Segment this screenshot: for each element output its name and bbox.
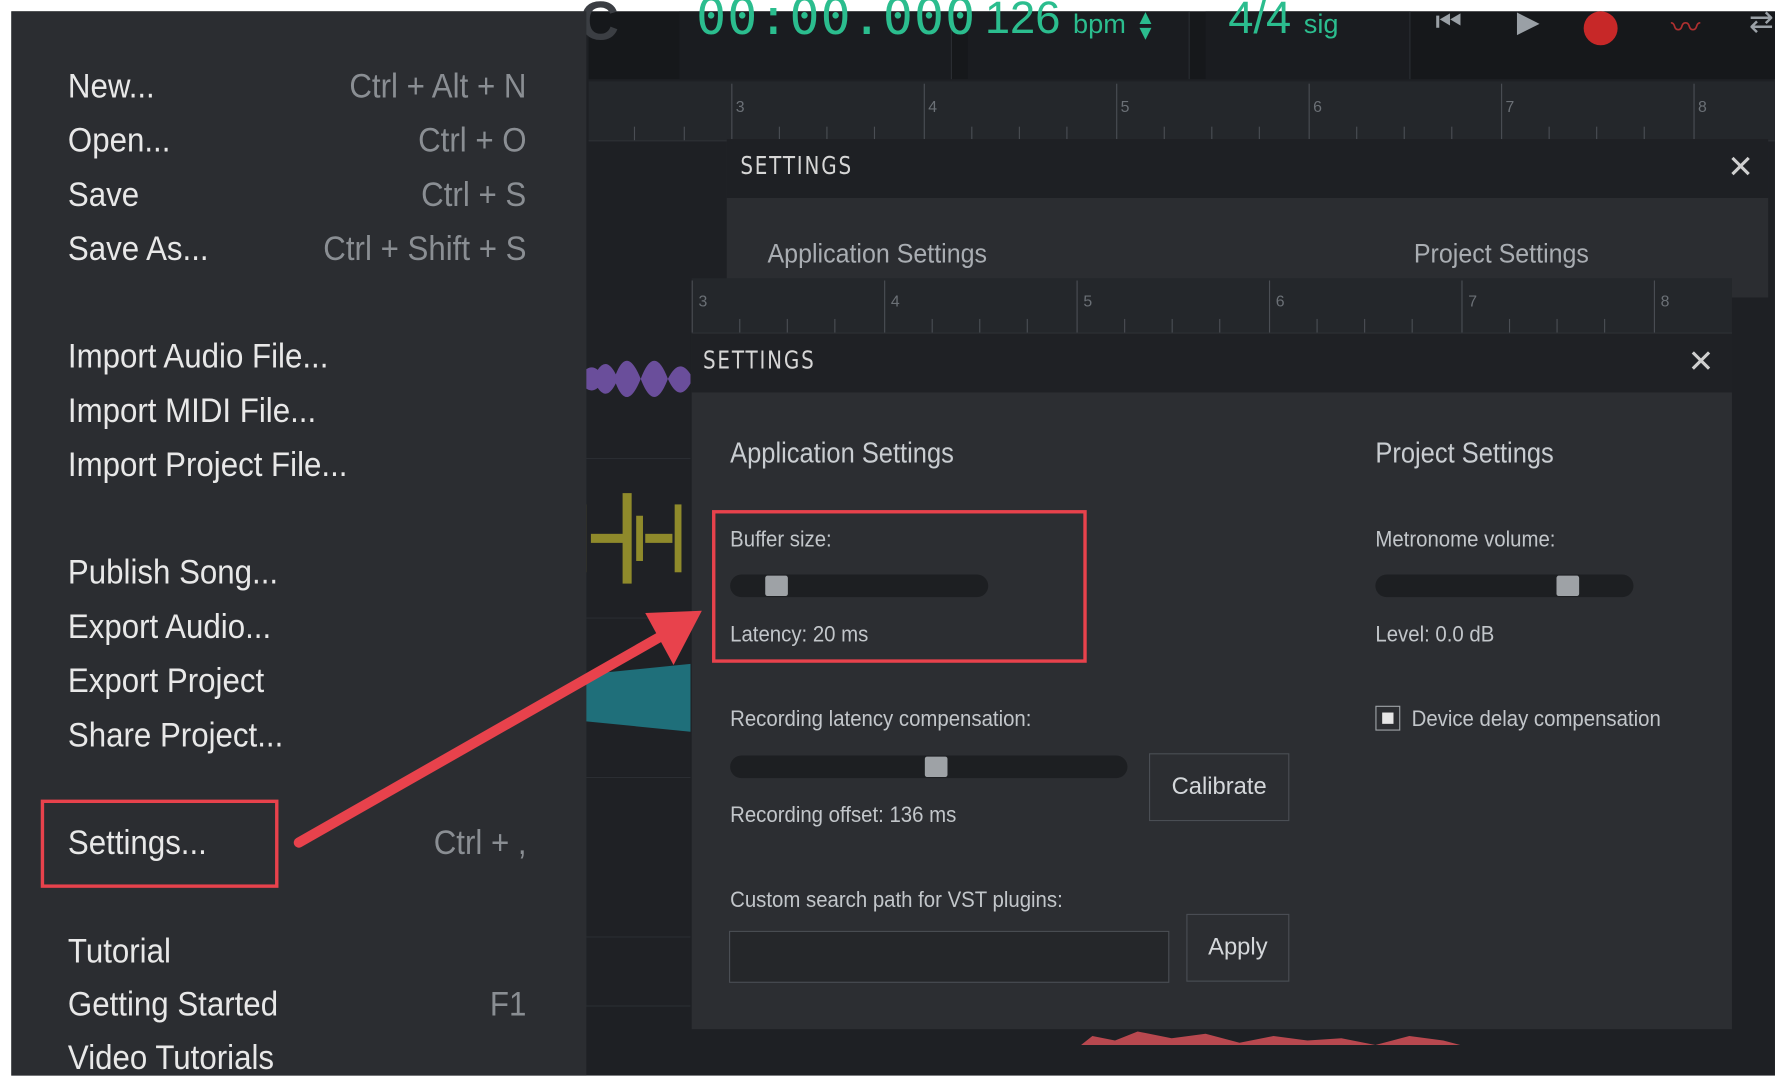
menu-item-save[interactable]: Save Ctrl + S xyxy=(68,171,526,221)
ruler-number: 6 xyxy=(1275,291,1285,310)
menu-item-label: Export Project xyxy=(67,662,265,701)
menu-item-shortcut: Ctrl + Alt + N xyxy=(349,67,527,106)
menu-item-label: Import MIDI File... xyxy=(67,392,317,430)
menu-item-label: Open... xyxy=(67,122,171,160)
recording-latency-slider[interactable] xyxy=(730,755,1128,779)
app-settings-heading: Application Settings xyxy=(730,437,954,470)
vst-path-input[interactable] xyxy=(729,930,1170,983)
menu-item-save-as[interactable]: Save As... Ctrl + Shift + S xyxy=(68,225,526,275)
ruler-number: 7 xyxy=(1505,97,1515,116)
annotation-arrow xyxy=(293,610,702,848)
loop-icon[interactable]: ⇄ xyxy=(1749,5,1774,40)
device-delay-label: Device delay compensation xyxy=(1411,706,1661,732)
menu-item-label: Video Tutorials xyxy=(67,1039,275,1077)
ruler-number: 7 xyxy=(1468,291,1478,310)
timeline-ruler-overlay[interactable]: 3 4 5 6 7 8 xyxy=(691,278,1732,334)
settings-header: SETTINGS ✕ xyxy=(691,333,1732,393)
bpm-unit: bpm xyxy=(1072,9,1126,40)
menu-item-label: Save As... xyxy=(67,230,209,269)
vst-path-label: Custom search path for VST plugins: xyxy=(730,887,1063,913)
buffer-size-knob[interactable] xyxy=(765,575,788,597)
ruler-number: 5 xyxy=(1083,291,1093,310)
project-settings-heading-back: Project Settings xyxy=(1413,238,1589,270)
settings-title-back: SETTINGS xyxy=(740,152,853,181)
ruler-number: 3 xyxy=(735,97,745,116)
menu-item-label: Import Audio File... xyxy=(67,338,329,376)
recording-latency-label: Recording latency compensation: xyxy=(730,706,1032,732)
menu-item-import-midi[interactable]: Import MIDI File... xyxy=(68,387,526,437)
calibrate-button[interactable]: Calibrate xyxy=(1148,753,1290,822)
menu-item-label: Settings... xyxy=(67,824,207,862)
menu-item-tutorial[interactable]: Tutorial xyxy=(68,927,526,977)
time-display: 00:00.000 xyxy=(696,0,977,47)
sig-unit: sig xyxy=(1303,9,1339,40)
menu-item-label: Share Project... xyxy=(67,717,284,755)
time-signature-display[interactable]: 4/4 sig xyxy=(1228,0,1338,44)
ruler-number: 3 xyxy=(698,291,708,310)
level-text: Level: 0.0 dB xyxy=(1375,622,1495,647)
play-icon[interactable]: ▶ xyxy=(1517,5,1540,40)
project-settings-heading: Project Settings xyxy=(1375,437,1554,470)
track-lane[interactable] xyxy=(577,937,691,1007)
settings-dialog: SETTINGS ✕ Application Settings Project … xyxy=(691,333,1732,1030)
menu-item-label: Getting Started xyxy=(67,986,279,1024)
ruler-number: 8 xyxy=(1698,97,1707,116)
menu-item-shortcut: F1 xyxy=(489,986,527,1024)
menu-item-label: Publish Song... xyxy=(67,554,279,592)
screenshot-stage: C 00:00.000 126 bpm ▲ ▼ 4/4 sig ⏮ ▶ 〰 ⇄ 3… xyxy=(0,0,1775,1077)
apply-button[interactable]: Apply xyxy=(1186,913,1290,982)
skip-back-icon[interactable]: ⏮ xyxy=(1435,5,1461,41)
app-settings-heading-back: Application Settings xyxy=(767,238,988,270)
ruler-number: 6 xyxy=(1313,97,1322,116)
ruler-number: 8 xyxy=(1660,291,1670,310)
bpm-value: 126 xyxy=(984,0,1061,43)
menu-item-shortcut: Ctrl + O xyxy=(417,122,527,160)
menu-item-open[interactable]: Open... Ctrl + O xyxy=(68,116,526,166)
menu-item-shortcut: Ctrl + Shift + S xyxy=(323,230,527,269)
waveform-purple xyxy=(577,360,691,398)
settings-title: SETTINGS xyxy=(702,347,816,376)
menu-item-import-project[interactable]: Import Project File... xyxy=(68,441,526,491)
sig-value: 4/4 xyxy=(1228,0,1292,43)
metronome-volume-slider[interactable] xyxy=(1375,574,1634,598)
device-delay-checkbox[interactable] xyxy=(1375,705,1401,731)
settings-window-back: SETTINGS ✕ Application Settings Project … xyxy=(726,139,1769,298)
ruler-number: 4 xyxy=(928,97,938,116)
timeline-ruler[interactable]: 3 4 5 6 7 8 xyxy=(588,81,1775,142)
menu-item-label: Import Project File... xyxy=(67,446,348,485)
menu-item-label: Export Audio... xyxy=(67,608,272,646)
track-lane[interactable] xyxy=(577,299,691,460)
menu-item-new[interactable]: New... Ctrl + Alt + N xyxy=(68,62,526,112)
close-icon[interactable]: ✕ xyxy=(1688,343,1715,380)
recording-offset-text: Recording offset: 136 ms xyxy=(730,803,957,828)
metronome-volume-knob[interactable] xyxy=(1556,575,1580,597)
menu-item-video-tutorials[interactable]: Video Tutorials xyxy=(68,1034,526,1084)
bpm-display[interactable]: 126 bpm xyxy=(985,0,1126,44)
menu-item-import-audio[interactable]: Import Audio File... xyxy=(68,333,526,383)
menu-item-shortcut: Ctrl + S xyxy=(421,176,527,214)
waveform-red xyxy=(1081,1031,1461,1046)
ruler-number: 4 xyxy=(890,291,900,310)
settings-header-back: SETTINGS ✕ xyxy=(726,139,1769,198)
record-icon[interactable] xyxy=(1583,11,1618,46)
recording-latency-knob[interactable] xyxy=(924,756,948,777)
bpm-stepper-icon[interactable]: ▲ ▼ xyxy=(1135,7,1155,43)
menu-item-label: New... xyxy=(67,67,155,106)
buffer-size-label: Buffer size: xyxy=(730,527,832,552)
automation-icon[interactable]: 〰 xyxy=(1671,5,1700,47)
metronome-volume-label: Metronome volume: xyxy=(1375,527,1556,552)
close-icon[interactable]: ✕ xyxy=(1727,148,1754,185)
menu-item-label: Tutorial xyxy=(67,933,171,971)
menu-item-label: Save xyxy=(67,176,140,214)
file-menu: New... Ctrl + Alt + N Open... Ctrl + O Sav… xyxy=(11,11,587,1077)
menu-item-getting-started[interactable]: Getting Started F1 xyxy=(68,981,526,1031)
ruler-number: 5 xyxy=(1120,97,1130,116)
latency-text: Latency: 20 ms xyxy=(730,622,869,647)
buffer-size-slider[interactable] xyxy=(730,574,989,598)
